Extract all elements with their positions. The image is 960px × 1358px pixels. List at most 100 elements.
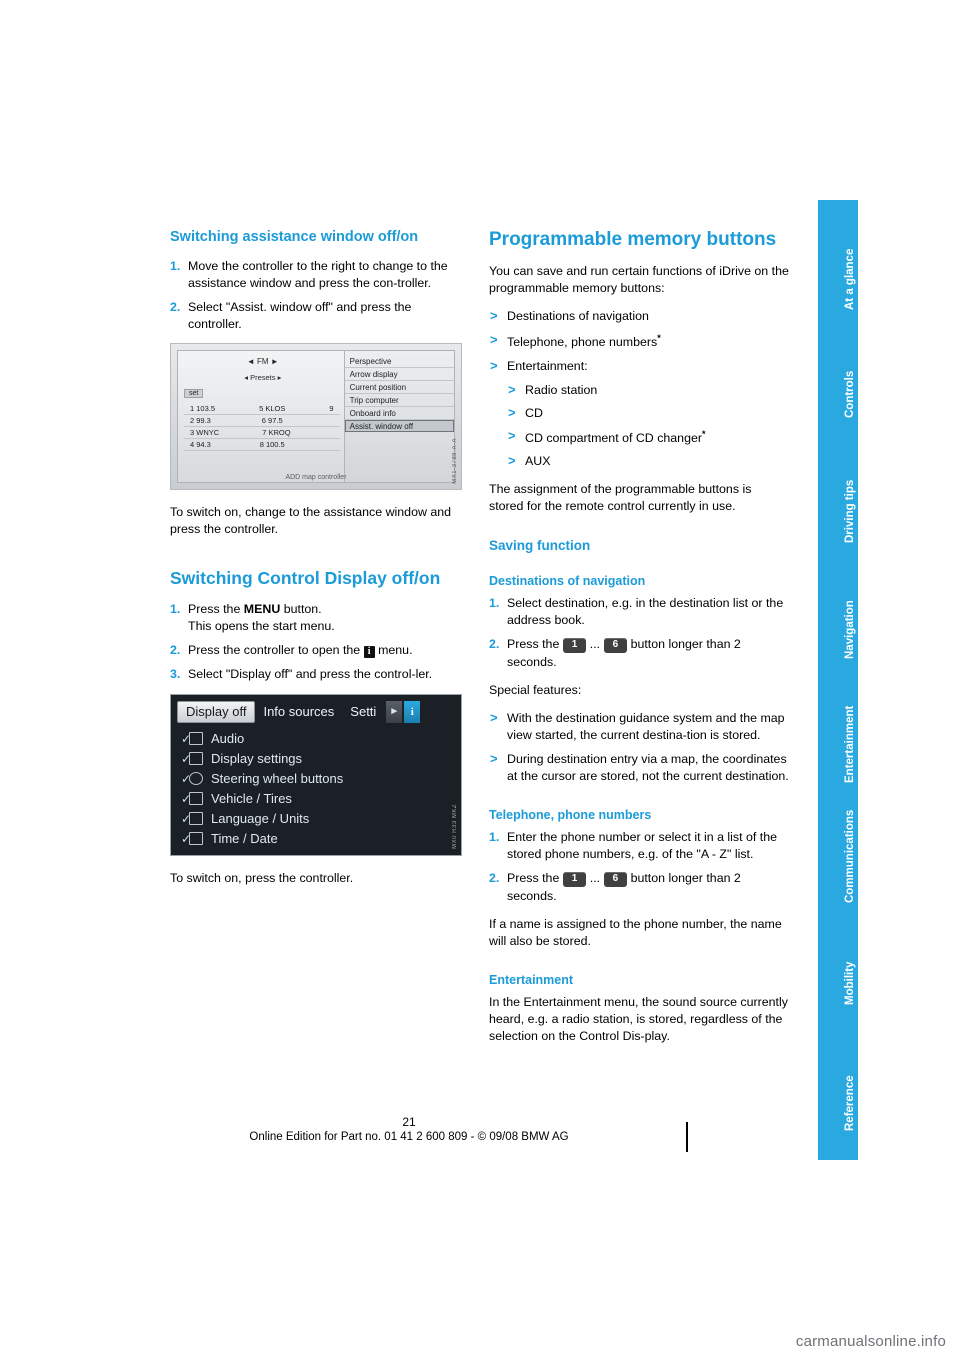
list-item: 3. Select "Display off" and press the co… <box>170 666 462 683</box>
list-item: > Radio station <box>489 382 789 399</box>
figure-radio-pane: ◄ FM ► ◂ Presets ▸ set 1 103.5 5 KLOS 9 … <box>178 351 344 482</box>
tab-navigation[interactable]: Navigation <box>818 554 858 673</box>
menu-key-label: MENU <box>243 601 281 616</box>
left-column: Switching assistance window off/on 1. Mo… <box>170 228 462 898</box>
step-number: 2. <box>170 642 181 657</box>
tab-controls[interactable]: Controls <box>818 318 858 437</box>
step-number: 2. <box>489 636 500 651</box>
tab-entertainment[interactable]: Entertainment <box>818 672 858 791</box>
display-settings-icon: ✓ <box>181 751 203 766</box>
list-item-label: AUX <box>525 453 551 468</box>
paragraph-switch-on-assistance: To switch on, change to the assistance w… <box>170 505 452 537</box>
memory-button-1-icon: 1 <box>562 637 587 653</box>
figure-code: MX0 R33 MKZ <box>452 803 458 849</box>
tab-label: Controls <box>844 370 856 418</box>
list-item: 2. Select "Assist. window off" and press… <box>170 299 462 333</box>
menu-item: Perspective <box>344 355 454 369</box>
list-item: 1. Press the MENU button. This opens the… <box>170 601 462 635</box>
list-item-label: With the destination guidance system and… <box>507 710 785 742</box>
list-item: 1. Select destination, e.g. in the desti… <box>489 595 789 629</box>
tab-at-a-glance[interactable]: At a glance <box>818 200 858 319</box>
step-text: Move the controller to the right to chan… <box>188 258 448 290</box>
preset-right: 6 97.5 <box>261 416 283 426</box>
step-text: Select "Assist. window off" and press th… <box>188 299 412 331</box>
paragraph-switch-on-display: To switch on, press the controller. <box>170 870 354 885</box>
bullet-icon: > <box>508 404 516 420</box>
paragraph-name-stored: If a name is assigned to the phone numbe… <box>489 916 782 948</box>
menu-item: Arrow display <box>344 368 454 382</box>
heading-telephone-phone-numbers: Telephone, phone numbers <box>489 807 652 822</box>
right-column: Programmable memory buttons You can save… <box>489 228 789 1056</box>
step-text-pre: Press the <box>507 636 563 651</box>
preset-right: 8 100.5 <box>259 440 285 450</box>
bullet-icon: > <box>490 357 498 373</box>
list-item: > CD compartment of CD changer* <box>489 428 789 447</box>
list-item-label: Telephone, phone numbers <box>507 334 658 349</box>
list-item-label: Display settings <box>211 751 303 767</box>
menu-item: Current position <box>344 381 454 395</box>
tab-reference[interactable]: Reference <box>818 1026 858 1160</box>
figure-set-button: set <box>184 389 204 399</box>
list-item: > Telephone, phone numbers* <box>489 332 789 351</box>
step-number: 1. <box>489 829 500 844</box>
tab-driving-tips[interactable]: Driving tips <box>818 436 858 555</box>
steps-assistance-window: 1. Move the controller to the right to c… <box>170 258 462 333</box>
list-item: ✓ Language / Units <box>181 809 451 829</box>
heading-saving-function: Saving function <box>489 537 591 553</box>
step-text-pre: Press the controller to open the <box>188 642 364 657</box>
list-item-label: Time / Date <box>211 831 278 847</box>
list-item: ✓ Steering wheel buttons <box>181 769 451 789</box>
info-icon: i <box>363 645 375 658</box>
step-number: 1. <box>170 601 181 616</box>
list-item: 1. Enter the phone number or select it i… <box>489 829 789 863</box>
list-item-label: Radio station <box>525 382 598 397</box>
watermark-text: carmanualsonline.info <box>795 1333 946 1350</box>
step-text-pre: Press the <box>507 870 563 885</box>
list-item-label: CD <box>525 405 543 420</box>
list-item: ✓ Audio <box>181 729 451 749</box>
bullet-icon: > <box>508 452 516 468</box>
step-text: Enter the phone number or select it in a… <box>507 829 777 861</box>
bullet-icon: > <box>490 331 498 347</box>
manual-page: At a glance Controls Driving tips Naviga… <box>0 0 960 1358</box>
table-row: 2 99.3 6 97.5 <box>184 415 340 428</box>
heading-programmable-memory-buttons: Programmable memory buttons <box>489 229 777 250</box>
steps-control-display: 1. Press the MENU button. This opens the… <box>170 601 462 683</box>
paragraph-intro: You can save and run certain functions o… <box>489 263 789 295</box>
footnote-marker: * <box>701 428 706 439</box>
tab-label: Communications <box>844 809 856 903</box>
bullet-icon: > <box>508 427 516 443</box>
list-item: > CD <box>489 405 789 422</box>
preset-left: 2 99.3 <box>190 416 211 426</box>
tab-mobility[interactable]: Mobility <box>818 908 858 1027</box>
preset-right: 7 KROQ <box>262 428 291 438</box>
figure-menu-list: ✓ Audio ✓ Display settings ✓ Steering wh… <box>181 729 451 849</box>
step-text-mid: ... <box>586 870 604 885</box>
menu-item: Trip computer <box>344 394 454 408</box>
list-item: > Destinations of navigation <box>489 308 789 325</box>
steps-telephone: 1. Enter the phone number or select it i… <box>489 829 789 905</box>
memory-button-6-icon: 6 <box>603 637 628 653</box>
memory-button-1-icon: 1 <box>562 871 587 887</box>
tab-communications[interactable]: Communications <box>818 790 858 909</box>
figure-band-tabs: ◄ FM ► <box>246 357 279 367</box>
step-text-mid: ... <box>586 636 604 651</box>
step-text-post: button. <box>280 601 322 616</box>
tab-label: Entertainment <box>844 705 856 783</box>
list-item-label: Audio <box>211 731 245 747</box>
watermark: carmanualsonline.info <box>796 1333 946 1350</box>
menu-item: Onboard info <box>344 407 454 421</box>
paragraph-special-features: Special features: <box>489 682 582 697</box>
figure-screen: ◄ FM ► ◂ Presets ▸ set 1 103.5 5 KLOS 9 … <box>177 350 455 484</box>
figure-tab-bar: Display off Info sources Setti ► i <box>177 700 455 723</box>
figure-tab-display-off: Display off <box>177 700 256 723</box>
heading-switching-assistance-window: Switching assistance window off/on <box>170 229 419 245</box>
list-item: 2. Press the 1 ... 6 button longer than … <box>489 870 789 905</box>
footer-text: Online Edition for Part no. 01 41 2 600 … <box>249 1131 569 1143</box>
list-item: 2. Press the 1 ... 6 button longer than … <box>489 636 789 671</box>
list-item: > With the destination guidance system a… <box>489 710 789 744</box>
step-text: Select "Display off" and press the contr… <box>188 666 433 681</box>
table-row: 4 94.3 8 100.5 <box>184 439 340 452</box>
preset-left: 3 WNYC <box>190 428 220 438</box>
list-item: > Entertainment: <box>489 358 789 375</box>
